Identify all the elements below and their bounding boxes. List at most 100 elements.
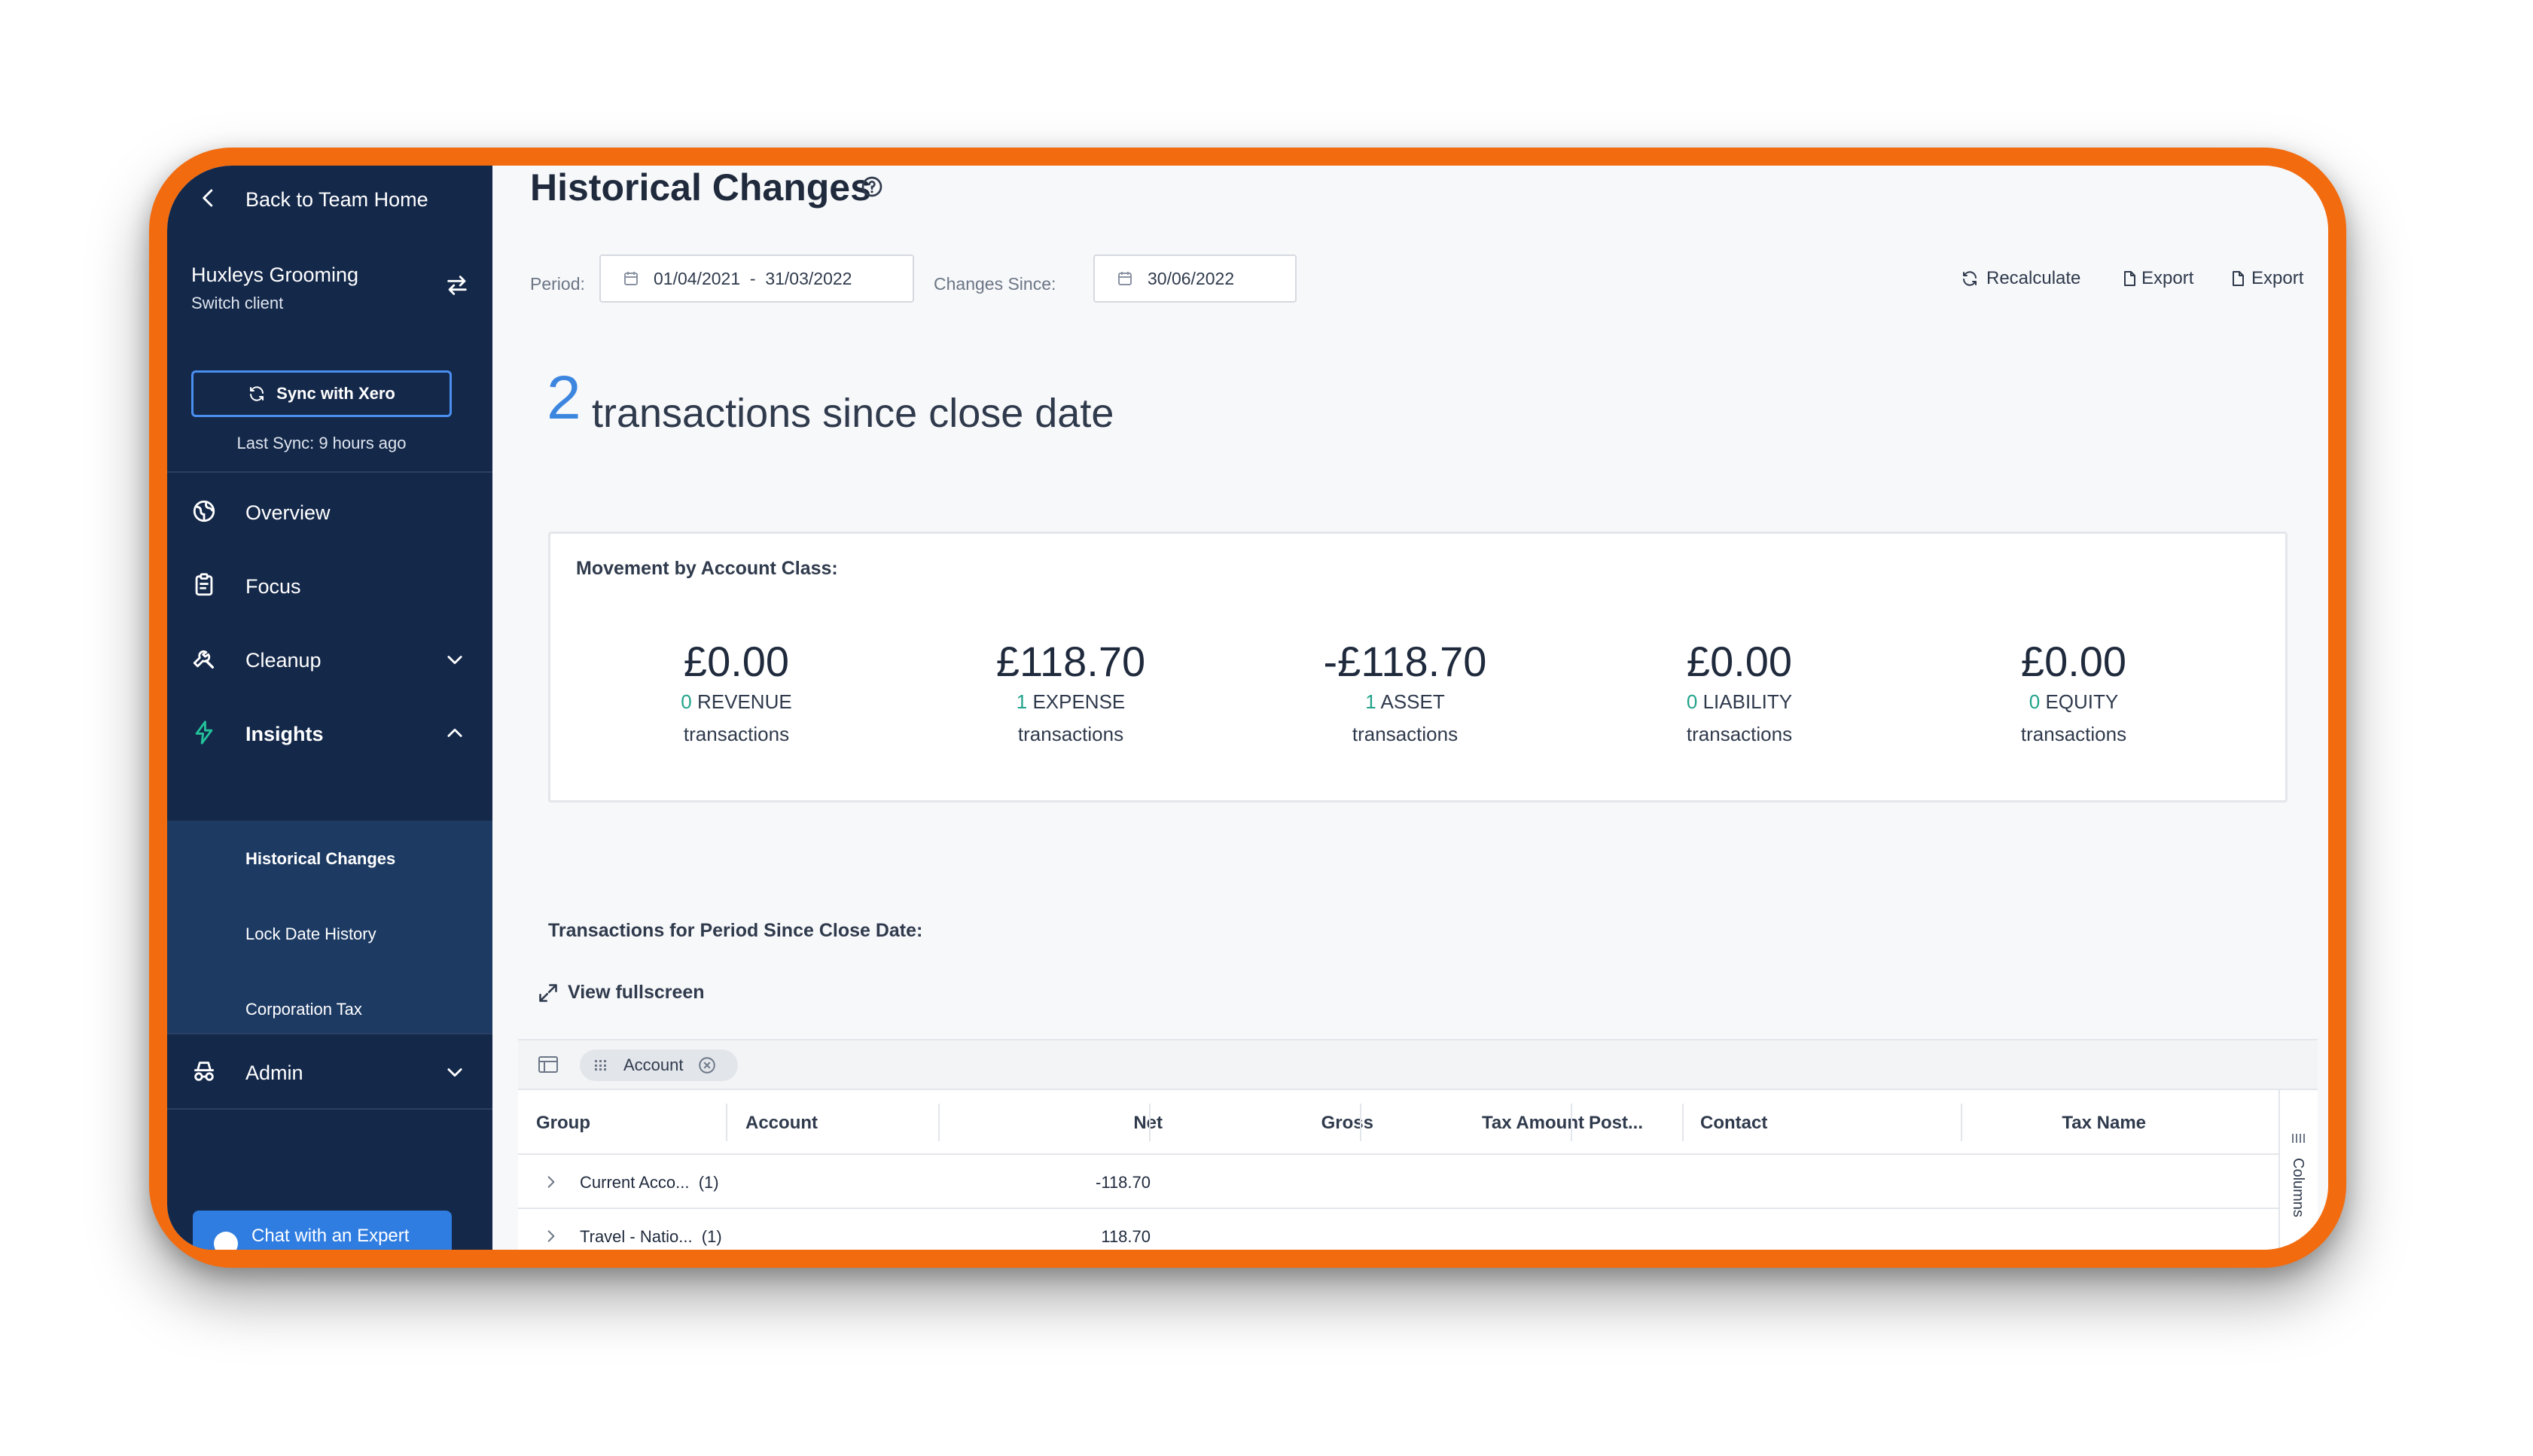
column-separator[interactable] <box>1961 1104 1962 1141</box>
column-separator[interactable] <box>938 1104 940 1141</box>
sidebar-item-label: Insights <box>245 723 324 745</box>
device-frame: Back to Team Home Huxleys Grooming Switc… <box>149 148 2346 1268</box>
stat-count: 1 <box>1016 690 1028 713</box>
stat-suffix: transactions <box>2020 723 2127 745</box>
export-label: Export <box>2141 268 2194 288</box>
sidebar-item-label: Admin <box>245 1062 303 1084</box>
group-chip-label: Account <box>623 1055 684 1074</box>
transaction-count-text: transactions since close date <box>592 391 1114 436</box>
chevron-down-icon <box>447 656 462 665</box>
chat-with-expert-button[interactable]: Chat with an Expert <box>193 1211 452 1250</box>
sync-icon <box>250 386 264 401</box>
chat-icon <box>214 1232 238 1250</box>
chevron-down-icon <box>447 1068 462 1077</box>
sync-with-xero-button[interactable]: Sync with Xero <box>191 370 452 417</box>
view-fullscreen-label: View fullscreen <box>568 982 705 1003</box>
transaction-count: 2 <box>547 364 581 432</box>
table-row[interactable]: Current Acco... (1) -118.70 <box>518 1155 2278 1209</box>
column-header-tax-name[interactable]: Tax Name <box>1983 1113 2146 1134</box>
stat-suffix: transactions <box>1352 723 1459 745</box>
sidebar-item-cleanup[interactable]: Cleanup <box>167 622 492 694</box>
row-group-label: Current Acco... (1) <box>580 1173 719 1192</box>
sidebar-divider <box>167 1108 492 1110</box>
group-chip-account[interactable]: Account <box>580 1049 738 1081</box>
stat-count: 0 <box>681 690 692 713</box>
drag-handle-icon[interactable] <box>595 1060 610 1071</box>
movement-title: Movement by Account Class: <box>576 558 838 579</box>
stat-suffix: transactions <box>683 723 790 745</box>
chevron-right-icon[interactable] <box>544 1229 559 1244</box>
column-header-contact[interactable]: Contact <box>1700 1113 1767 1134</box>
export-button-secondary[interactable]: Export <box>2229 268 2303 289</box>
column-separator[interactable] <box>1682 1104 1684 1141</box>
refresh-icon <box>1963 271 1977 286</box>
swap-arrows-icon[interactable] <box>444 273 470 298</box>
column-header-net[interactable]: Net <box>1000 1113 1163 1134</box>
stat-asset: -£118.70 1 ASSET transactions <box>1270 638 1541 746</box>
sidebar: Back to Team Home Huxleys Grooming Switc… <box>167 166 492 1250</box>
column-header-account[interactable]: Account <box>745 1113 818 1134</box>
submenu-item-corporation-tax[interactable]: Corporation Tax <box>245 1000 362 1019</box>
switch-client-link[interactable]: Switch client <box>191 294 283 313</box>
stat-class: LIABILITY <box>1702 690 1793 713</box>
export-button[interactable]: Export <box>2120 268 2193 289</box>
column-header-gross[interactable]: Gross <box>1211 1113 1373 1134</box>
table-icon[interactable] <box>538 1055 559 1074</box>
sidebar-item-admin[interactable]: Admin <box>167 1034 492 1107</box>
insights-submenu: Historical Changes Lock Date History Cor… <box>167 821 492 1033</box>
client-name: Huxleys Grooming <box>191 263 359 286</box>
row-net-value: -118.70 <box>1096 1173 1151 1192</box>
column-separator[interactable] <box>1149 1104 1151 1141</box>
recalculate-label: Recalculate <box>1986 268 2081 288</box>
columns-side-panel-tab[interactable]: Columns <box>2278 1090 2318 1250</box>
sync-button-label: Sync with Xero <box>276 384 395 403</box>
sidebar-item-focus[interactable]: Focus <box>167 548 492 620</box>
period-value: 01/04/2021 - 31/03/2022 <box>654 268 852 288</box>
grid-header-row: Group Account Net Gross Tax Amount Post.… <box>518 1090 2278 1155</box>
stat-count: 0 <box>1686 690 1698 713</box>
changes-since-date-input[interactable]: 30/06/2022 <box>1093 254 1297 303</box>
table-row[interactable]: Travel - Natio... (1) 118.70 <box>518 1209 2278 1250</box>
back-to-team-home-link[interactable]: Back to Team Home <box>167 166 492 230</box>
stat-expense: £118.70 1 EXPENSE transactions <box>935 638 1206 746</box>
sidebar-item-overview[interactable]: Overview <box>167 474 492 547</box>
sidebar-item-insights[interactable]: Insights <box>167 696 492 768</box>
columns-icon <box>2292 1134 2305 1143</box>
period-label: Period: <box>530 274 585 294</box>
transactions-grid: Account Group Account Net Gross Tax Amou… <box>518 1039 2318 1250</box>
stat-class: ASSET <box>1380 690 1445 713</box>
row-group-label: Travel - Natio... (1) <box>580 1227 722 1246</box>
submenu-item-historical-changes[interactable]: Historical Changes <box>245 849 395 869</box>
sidebar-item-label: Overview <box>245 501 331 524</box>
column-separator[interactable] <box>1571 1104 1572 1141</box>
clipboard-icon <box>195 573 213 596</box>
calendar-icon <box>624 272 638 285</box>
document-icon <box>2233 271 2244 286</box>
help-icon[interactable] <box>860 175 884 199</box>
column-header-tax-amount[interactable]: Tax Amount <box>1422 1113 1584 1134</box>
sidebar-item-label: Focus <box>245 575 301 598</box>
column-separator[interactable] <box>1360 1104 1361 1141</box>
export-label: Export <box>2251 268 2304 288</box>
app-screen: Back to Team Home Huxleys Grooming Switc… <box>167 166 2328 1250</box>
stat-count: 0 <box>2029 690 2041 713</box>
row-net-value: 118.70 <box>1101 1227 1151 1246</box>
stat-amount: £0.00 <box>1686 638 1793 685</box>
column-header-group[interactable]: Group <box>536 1113 590 1134</box>
submenu-item-lock-date-history[interactable]: Lock Date History <box>245 924 376 944</box>
period-date-range-input[interactable]: 01/04/2021 - 31/03/2022 <box>599 254 914 303</box>
view-fullscreen-button[interactable]: View fullscreen <box>538 982 705 1004</box>
columns-label: Columns <box>2290 1158 2306 1217</box>
remove-circle-icon[interactable] <box>697 1055 717 1075</box>
recalculate-button[interactable]: Recalculate <box>1961 268 2080 289</box>
chevron-right-icon[interactable] <box>544 1174 559 1189</box>
last-sync-text: Last Sync: 9 hours ago <box>236 434 407 452</box>
incognito-icon <box>194 1062 214 1081</box>
column-separator[interactable] <box>726 1104 727 1141</box>
column-header-posted[interactable]: Post... <box>1589 1113 1643 1134</box>
stat-revenue: £0.00 0 REVENUE transactions <box>601 638 872 746</box>
chat-button-label: Chat with an Expert <box>251 1226 410 1246</box>
chevron-left-icon <box>203 189 213 207</box>
stat-amount: £0.00 <box>2020 638 2127 685</box>
stat-equity: £0.00 0 EQUITY transactions <box>1938 638 2209 746</box>
